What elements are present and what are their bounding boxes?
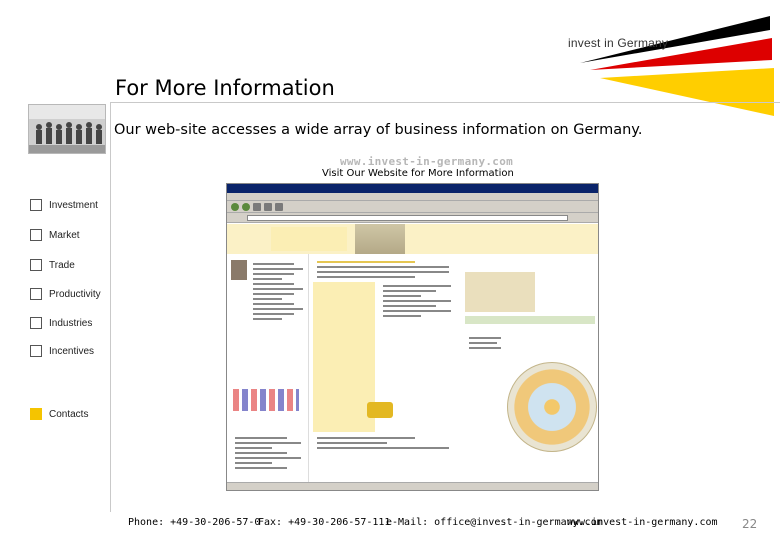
nav-label: Incentives (49, 345, 95, 357)
team-photo (28, 104, 106, 154)
square-icon (30, 288, 42, 300)
nav-label: Investment (49, 199, 98, 211)
footer-website[interactable]: www.invest-in-germany.com (567, 517, 718, 528)
site-header (227, 224, 598, 254)
language-flags (233, 389, 299, 411)
browser-address-bar (227, 213, 598, 223)
nav-label: Industries (49, 317, 93, 329)
right-banner (465, 316, 595, 324)
website-link[interactable]: www.invest-in-germany.com (340, 155, 513, 168)
nav-label: Trade (49, 259, 75, 271)
nav-label: Productivity (49, 288, 101, 300)
website-screenshot (226, 183, 599, 491)
square-icon (30, 408, 42, 420)
title-divider (110, 102, 780, 103)
nav-item-market[interactable]: Market (30, 228, 80, 242)
subtitle: Our web-site accesses a wide array of bu… (114, 122, 643, 138)
site-left-column (227, 254, 309, 482)
footer-fax: Fax: +49-30-206-57-111 (258, 517, 391, 528)
page-number: 22 (742, 517, 758, 531)
nav-item-investment[interactable]: Investment (30, 198, 98, 212)
browser-titlebar (227, 184, 598, 193)
square-icon (30, 345, 42, 357)
browser-statusbar (227, 482, 598, 490)
site-right-column (463, 254, 598, 482)
browser-toolbar (227, 201, 598, 213)
page-title: For More Information (115, 76, 335, 100)
back-icon (231, 202, 239, 211)
europe-map-graphic (507, 362, 597, 452)
browser-page (227, 224, 598, 482)
visit-caption: Visit Our Website for More Information (322, 168, 514, 179)
header-image (355, 224, 405, 254)
right-photo (465, 272, 535, 312)
nav-item-industries[interactable]: Industries (30, 316, 92, 330)
nav-item-productivity[interactable]: Productivity (30, 287, 101, 301)
nav-item-contacts[interactable]: Contacts (30, 407, 88, 421)
square-icon (30, 317, 42, 329)
browser-menubar (227, 193, 598, 201)
nav-label: Market (49, 229, 80, 241)
nav-item-trade[interactable]: Trade (30, 258, 75, 272)
nav-item-incentives[interactable]: Incentives (30, 344, 94, 358)
vertical-divider (110, 102, 111, 512)
car-image (367, 402, 393, 418)
nav-label: Contacts (49, 408, 89, 420)
forward-icon (242, 202, 250, 211)
refresh-icon (264, 202, 272, 211)
sidebar-block (313, 282, 375, 432)
home-icon (275, 202, 283, 211)
stop-icon (253, 202, 261, 211)
footer-phone: Phone: +49-30-206-57-0 (128, 517, 261, 528)
portrait-image (231, 260, 247, 280)
square-icon (30, 259, 42, 271)
square-icon (30, 229, 42, 241)
square-icon (30, 199, 42, 211)
header-nav-block (271, 227, 347, 251)
address-field (247, 215, 568, 221)
logo-text: invest in Germany (568, 36, 669, 50)
site-middle-column (309, 254, 459, 482)
